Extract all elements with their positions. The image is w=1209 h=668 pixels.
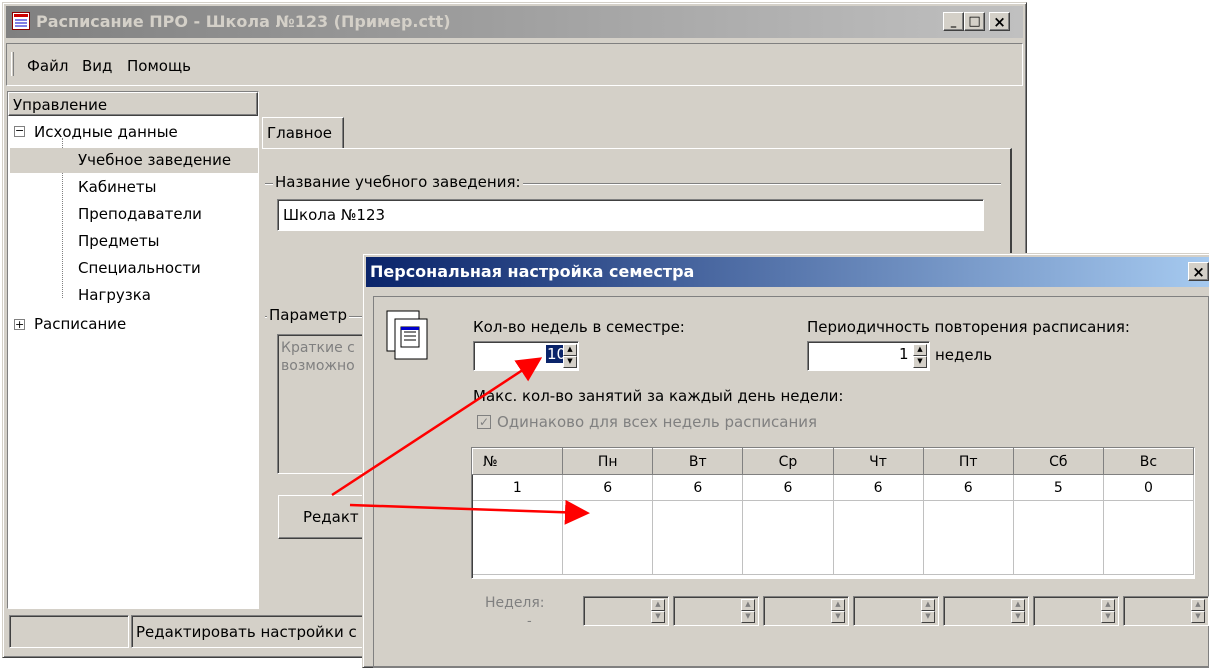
period-unit: недель (935, 346, 993, 364)
dialog-close-button[interactable]: × (1188, 262, 1209, 281)
tree-item-rooms[interactable]: Кабинеты (78, 178, 156, 196)
menu-file[interactable]: Файл (27, 57, 68, 75)
menu-bar: Файл Вид Помощь (6, 43, 1023, 86)
period-input[interactable] (807, 341, 930, 371)
same-checkbox[interactable]: ✓ (477, 415, 491, 429)
cell-mon[interactable]: 6 (562, 474, 654, 501)
week-dash: - (527, 614, 532, 629)
description-line1: Краткие с (281, 340, 355, 356)
document-icon (385, 309, 431, 363)
tab-main[interactable]: Главное (262, 117, 344, 149)
col-header-sat[interactable]: Сб (1012, 448, 1104, 475)
period-spinner[interactable]: ▲ ▼ (913, 344, 927, 368)
max-lessons-label: Макс. кол-во занятий за каждый день неде… (473, 387, 844, 405)
cell-fri[interactable]: 6 (923, 474, 1014, 501)
tree-item-teachers[interactable]: Преподаватели (78, 205, 202, 223)
col-header-tue[interactable]: Вт (652, 448, 744, 475)
col-header-wed[interactable]: Ср (742, 448, 834, 475)
table-row[interactable]: 1 6 6 6 6 6 5 0 (472, 474, 1195, 501)
period-value: 1 (899, 345, 909, 363)
week-spin-arrows: ▲ ▼ (1011, 599, 1025, 623)
col-header-thu[interactable]: Чт (832, 448, 924, 475)
col-header-mon[interactable]: Пн (562, 448, 654, 475)
cell-tue[interactable]: 6 (652, 474, 744, 501)
minimize-icon: _ (950, 15, 957, 28)
tree-header[interactable]: Управление (8, 92, 258, 116)
edit-button-label: Редакт (303, 508, 359, 526)
dialog-title-bar: Персональная настройка семестра × (366, 257, 1209, 287)
col-header-sun[interactable]: Вс (1102, 448, 1195, 475)
app-icon (12, 12, 30, 30)
col-header-num[interactable]: № (471, 448, 564, 475)
close-icon: × (1192, 262, 1205, 281)
week-spin-arrows: ▲ ▼ (831, 599, 845, 623)
cell-num[interactable]: 1 (472, 474, 564, 501)
menu-help[interactable]: Помощь (127, 57, 191, 75)
minimize-button[interactable]: _ (943, 12, 964, 31)
cell-sat[interactable]: 5 (1013, 474, 1104, 501)
col-header-fri[interactable]: Пт (922, 448, 1014, 475)
weeks-label: Кол-во недель в семестре: (473, 318, 685, 336)
week-label: Неделя: (485, 595, 545, 611)
lessons-table: № Пн Вт Ср Чт Пт Сб Вс 1 6 6 6 6 6 5 0 (471, 448, 1195, 575)
expand-icon[interactable]: + (14, 319, 25, 330)
semester-dialog: Персональная настройка семестра × Кол-во… (362, 253, 1209, 668)
week-spin-arrows: ▲ ▼ (921, 599, 935, 623)
table-row-empty (472, 500, 1195, 575)
lessons-grid: № Пн Вт Ср Чт Пт Сб Вс 1 6 6 6 6 6 5 0 (471, 447, 1195, 579)
main-title-bar: Расписание ПРО - Школа №123 (Пример.ctt)… (6, 6, 1023, 38)
cell-sun[interactable]: 0 (1103, 474, 1195, 501)
description-line2: возможно (281, 358, 355, 374)
tree-item-source-data[interactable]: Исходные данные (34, 123, 178, 141)
menu-grip (11, 52, 14, 76)
tree-item-specialties[interactable]: Специальности (78, 259, 201, 277)
tree-item-institution-label: Учебное заведение (78, 151, 232, 169)
period-label: Периодичность повторения расписания: (807, 318, 1130, 336)
maximize-icon: □ (968, 14, 981, 29)
close-icon: × (993, 12, 1006, 31)
week-spin-arrows: ▲ ▼ (1191, 599, 1205, 623)
status-pane-left (9, 615, 129, 648)
dialog-title: Персональная настройка семестра (370, 262, 695, 281)
close-button[interactable]: × (989, 12, 1010, 31)
week-spin-arrows: ▲ ▼ (741, 599, 755, 623)
tree-item-load[interactable]: Нагрузка (78, 286, 151, 304)
weeks-spinner[interactable]: ▲ ▼ (563, 344, 577, 368)
menu-view[interactable]: Вид (82, 57, 112, 75)
name-group-label: Название учебного заведения: (273, 173, 523, 191)
tree-item-subjects[interactable]: Предметы (78, 232, 160, 250)
cell-thu[interactable]: 6 (833, 474, 924, 501)
cell-wed[interactable]: 6 (742, 474, 834, 501)
maximize-button[interactable]: □ (964, 12, 985, 31)
status-pane-text: Редактировать настройки с (131, 615, 371, 648)
params-group-label: Параметр (267, 306, 349, 324)
tree-panel: Управление − Исходные данные Учебное зав… (7, 91, 259, 609)
week-spin-arrows: ▲ ▼ (651, 599, 665, 623)
institution-name-input[interactable]: Школа №123 (277, 199, 984, 231)
main-window-title: Расписание ПРО - Школа №123 (Пример.ctt) (36, 12, 451, 31)
week-spin-arrows: ▲ ▼ (1101, 599, 1115, 623)
collapse-icon[interactable]: − (14, 125, 25, 137)
tree-item-schedule[interactable]: Расписание (34, 315, 126, 333)
same-checkbox-label: Одинаково для всех недель расписания (497, 413, 818, 431)
